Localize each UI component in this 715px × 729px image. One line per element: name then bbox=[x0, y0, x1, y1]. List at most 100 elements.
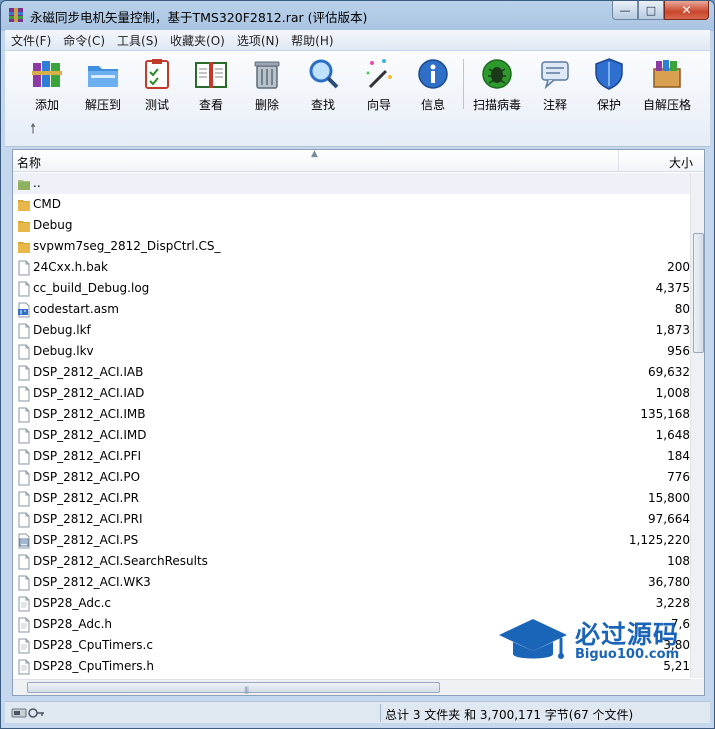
menu-options[interactable]: 选项(N) bbox=[231, 32, 285, 49]
drive-key-icon[interactable] bbox=[11, 706, 45, 720]
file-name: 24Cxx.h.bak bbox=[33, 260, 109, 274]
file-row[interactable]: DSP_2812_ACI.SearchResults 108 bbox=[13, 551, 690, 572]
ps-file-icon bbox=[17, 533, 31, 549]
test-label: 测试 bbox=[144, 98, 169, 112]
file-row[interactable]: CMD bbox=[13, 194, 690, 215]
virus-scan-button[interactable]: 扫描病毒 bbox=[469, 57, 525, 115]
watermark-url: Biguo100.com bbox=[575, 647, 680, 662]
checklist-icon bbox=[145, 59, 169, 89]
trash-can-icon bbox=[254, 61, 280, 89]
file-size: 184 bbox=[667, 449, 690, 463]
horizontal-scroll-thumb[interactable]: ||| bbox=[27, 682, 440, 694]
file-row[interactable]: codestart.asm 80 bbox=[13, 299, 690, 320]
folder-icon bbox=[17, 218, 31, 234]
wizard-button[interactable]: 向导 bbox=[351, 57, 407, 115]
folder-icon bbox=[17, 239, 31, 255]
file-name: DSP28_CpuTimers.c bbox=[33, 638, 153, 652]
file-name: DSP28_CpuTimers.h bbox=[33, 659, 154, 673]
folder-extract-icon bbox=[88, 66, 118, 87]
file-row[interactable]: DSP_2812_ACI.PFI 184 bbox=[13, 446, 690, 467]
add-label: 添加 bbox=[34, 98, 59, 112]
window-title: 永磁同步电机矢量控制，基于TMS320F2812.rar (评估版本) bbox=[30, 10, 368, 25]
info-button[interactable]: 信息 bbox=[405, 57, 461, 115]
up-arrow-icon[interactable]: 🠕 bbox=[25, 121, 41, 137]
menu-file[interactable]: 文件(F) bbox=[5, 32, 57, 49]
list-header: 名称 ▲ 大小 bbox=[13, 150, 704, 172]
delete-label: 删除 bbox=[254, 98, 279, 112]
title-bar[interactable]: 永磁同步电机矢量控制，基于TMS320F2812.rar (评估版本) — □ … bbox=[1, 1, 714, 29]
file-row[interactable]: DSP_2812_ACI.PR 15,800 bbox=[13, 488, 690, 509]
find-label: 查找 bbox=[310, 98, 335, 112]
column-header-size[interactable]: 大小 bbox=[619, 150, 704, 172]
delete-button[interactable]: 删除 bbox=[239, 57, 295, 115]
file-row[interactable]: 24Cxx.h.bak 200 bbox=[13, 257, 690, 278]
file-row[interactable]: DSP_2812_ACI.PRI 97,664 bbox=[13, 509, 690, 530]
menu-favorites[interactable]: 收藏夹(O) bbox=[164, 32, 231, 49]
file-row[interactable]: DSP_2812_ACI.PO 776 bbox=[13, 467, 690, 488]
watermark-text: 必过源码 bbox=[575, 620, 680, 649]
protect-label: 保护 bbox=[596, 98, 621, 112]
file-name: DSP28_Adc.c bbox=[33, 596, 111, 610]
file-row[interactable]: DSP28_Adc.c 3,228 bbox=[13, 593, 690, 614]
comment-button[interactable]: 注释 bbox=[527, 57, 583, 115]
file-icon bbox=[17, 323, 31, 339]
folder-up-icon bbox=[17, 176, 31, 192]
winrar-app-icon bbox=[9, 8, 23, 22]
file-icon bbox=[17, 260, 31, 276]
file-icon bbox=[17, 428, 31, 444]
file-size: 4,375 bbox=[655, 281, 690, 295]
horizontal-scrollbar[interactable]: ||| bbox=[13, 679, 690, 695]
test-button[interactable]: 测试 bbox=[129, 57, 185, 115]
file-name: DSP_2812_ACI.PS bbox=[33, 533, 139, 547]
view-button[interactable]: 查看 bbox=[183, 57, 239, 115]
file-name: svpwm7seg_2812_DispCtrl.CS_ bbox=[33, 239, 221, 253]
menu-commands[interactable]: 命令(C) bbox=[57, 32, 111, 49]
file-row[interactable]: DSP_2812_ACI.PS 1,125,220 bbox=[13, 530, 690, 551]
file-icon bbox=[17, 407, 31, 423]
file-size: 3,228 bbox=[655, 596, 690, 610]
protect-button[interactable]: 保护 bbox=[581, 57, 637, 115]
file-row[interactable]: DSP_2812_ACI.IAD 1,008 bbox=[13, 383, 690, 404]
menu-tools[interactable]: 工具(S) bbox=[111, 32, 164, 49]
file-icon bbox=[17, 281, 31, 297]
menu-help[interactable]: 帮助(H) bbox=[285, 32, 339, 49]
column-header-name[interactable]: 名称 ▲ bbox=[13, 150, 619, 172]
file-row[interactable]: Debug bbox=[13, 215, 690, 236]
file-row[interactable]: .. bbox=[13, 173, 690, 194]
file-name: DSP_2812_ACI.WK3 bbox=[33, 575, 151, 589]
file-row[interactable]: Debug.lkv 956 bbox=[13, 341, 690, 362]
comment-icon bbox=[541, 61, 569, 90]
file-icon bbox=[17, 470, 31, 486]
file-name: DSP_2812_ACI.IMB bbox=[33, 407, 146, 421]
file-row[interactable]: DSP_2812_ACI.WK3 36,780 bbox=[13, 572, 690, 593]
file-row[interactable]: svpwm7seg_2812_DispCtrl.CS_ bbox=[13, 236, 690, 257]
extract-to-button[interactable]: 解压到 bbox=[75, 57, 131, 115]
file-row[interactable]: DSP_2812_ACI.IMB 135,168 bbox=[13, 404, 690, 425]
file-size: 776 bbox=[667, 470, 690, 484]
file-size: 956 bbox=[667, 344, 690, 358]
file-icon bbox=[17, 386, 31, 402]
file-row[interactable]: DSP_2812_ACI.IMD 1,648 bbox=[13, 425, 690, 446]
file-name: codestart.asm bbox=[33, 302, 119, 316]
add-button[interactable]: 添加 bbox=[19, 57, 75, 115]
file-row[interactable]: Debug.lkf 1,873 bbox=[13, 320, 690, 341]
file-size: 1,008 bbox=[655, 386, 690, 400]
folder-icon bbox=[17, 197, 31, 213]
file-row[interactable]: cc_build_Debug.log 4,375 bbox=[13, 278, 690, 299]
file-name: cc_build_Debug.log bbox=[33, 281, 150, 295]
file-size: 1,125,220 bbox=[628, 533, 690, 547]
find-button[interactable]: 查找 bbox=[295, 57, 351, 115]
vertical-scroll-thumb[interactable] bbox=[693, 233, 704, 353]
file-name: DSP_2812_ACI.IMD bbox=[33, 428, 147, 442]
status-summary: 总计 3 文件夹 和 3,700,171 字节(67 个文件) bbox=[385, 708, 634, 722]
info-label: 信息 bbox=[420, 98, 445, 112]
close-button[interactable]: ✕ bbox=[664, 1, 709, 20]
minimize-button[interactable]: — bbox=[612, 1, 638, 20]
file-size: 1,648 bbox=[655, 428, 690, 442]
sfx-button[interactable]: 自解压格 bbox=[639, 57, 695, 115]
file-size: 97,664 bbox=[648, 512, 690, 526]
maximize-button[interactable]: □ bbox=[638, 1, 664, 20]
file-row[interactable]: DSP_2812_ACI.IAB 69,632 bbox=[13, 362, 690, 383]
vertical-scrollbar[interactable] bbox=[690, 173, 704, 678]
file-name: DSP_2812_ACI.IAB bbox=[33, 365, 144, 379]
